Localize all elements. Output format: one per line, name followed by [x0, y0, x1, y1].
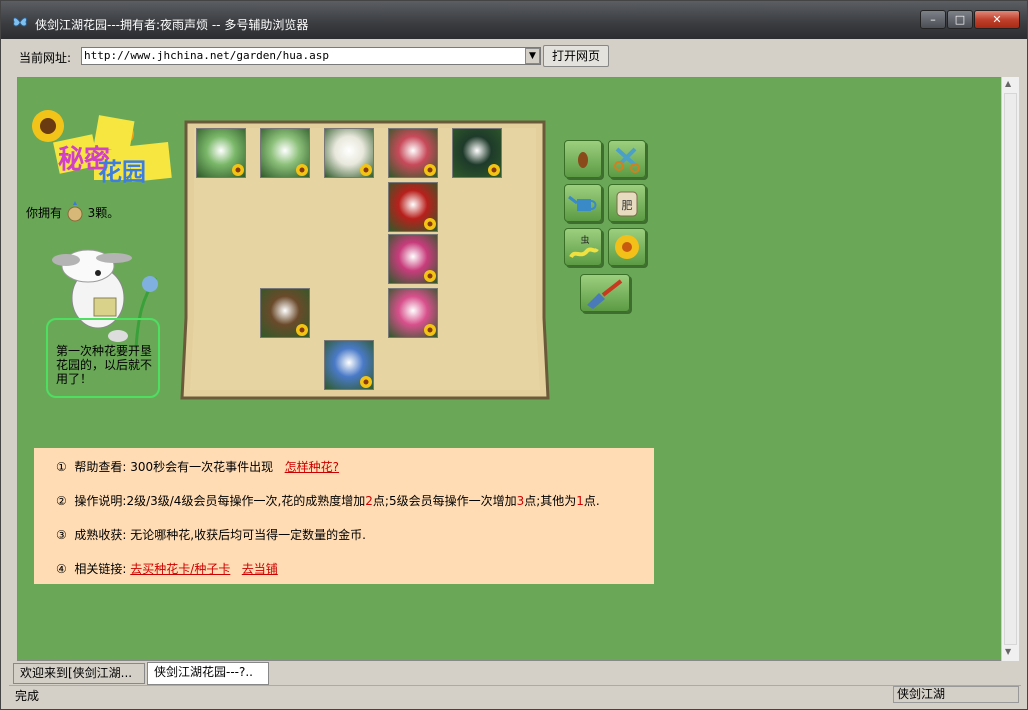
- links-line: ④ 相关链接: 去买种花卡/种子卡 去当铺: [56, 562, 278, 576]
- sunflower-icon: [296, 164, 308, 176]
- watering-can-icon: [568, 195, 597, 211]
- close-button[interactable]: ✕: [974, 10, 1020, 29]
- seed-tool-button[interactable]: [564, 140, 602, 178]
- status-text: 完成: [15, 689, 40, 703]
- title-bar: 侠剑江湖花园---拥有者:夜雨声烦 -- 多号辅助浏览器 – □ ✕: [1, 1, 1027, 39]
- sunflower-icon: [32, 110, 64, 142]
- sunflower-icon: [424, 324, 436, 336]
- watering-can-tool-button[interactable]: [564, 184, 602, 222]
- tab-welcome[interactable]: 欢迎来到[侠剑江湖...: [13, 663, 145, 684]
- flower-plot[interactable]: [388, 128, 438, 178]
- maximize-icon: □: [954, 13, 966, 26]
- sunflower-icon: [232, 164, 244, 176]
- sunflower-tool-button[interactable]: [608, 228, 646, 266]
- tool-panel: 肥 虫: [564, 140, 674, 320]
- sunflower-icon: [296, 324, 308, 336]
- scroll-down-icon[interactable]: ▼: [1005, 647, 1011, 656]
- url-input[interactable]: http://www.jhchina.net/garden/hua.asp: [81, 47, 541, 65]
- help-line: ① 帮助查看: 300秒会有一次花事件出现 怎样种花?: [56, 460, 340, 474]
- svg-text:花园: 花园: [98, 158, 146, 186]
- minimize-icon: –: [930, 13, 936, 26]
- window-title: 侠剑江湖花园---拥有者:夜雨声烦 -- 多号辅助浏览器: [35, 18, 309, 32]
- sunflower-icon: [488, 164, 500, 176]
- flower-plot[interactable]: [260, 288, 310, 338]
- sunflower-icon: [424, 218, 436, 230]
- flower-plot[interactable]: [388, 288, 438, 338]
- flower-plot[interactable]: [196, 128, 246, 178]
- scroll-thumb[interactable]: [1004, 93, 1017, 645]
- address-label: 当前网址:: [19, 51, 72, 65]
- sunflower-icon: [360, 376, 372, 388]
- scissors-icon: [614, 147, 640, 173]
- minimize-button[interactable]: –: [920, 10, 946, 29]
- tip-bubble: 第一次种花要开垦花园的，以后就不用了！: [46, 318, 160, 398]
- seed-count-prefix: 你拥有: [26, 206, 63, 220]
- how-to-plant-link[interactable]: 怎样种花?: [285, 460, 339, 474]
- pawnshop-link[interactable]: 去当铺: [242, 562, 278, 576]
- svg-text:虫: 虫: [580, 234, 589, 246]
- seed-count: 你拥有 3颗。: [26, 200, 119, 225]
- pesticide-tool-button[interactable]: 虫: [564, 228, 602, 266]
- svg-text:肥: 肥: [622, 199, 633, 212]
- buy-cards-link[interactable]: 去买种花卡/种子卡: [130, 562, 230, 576]
- tab-bar: 欢迎来到[侠剑江湖... 侠剑江湖花园---?..: [9, 662, 1021, 685]
- flower-plot[interactable]: [452, 128, 502, 178]
- butterfly-app-icon: [12, 17, 28, 27]
- trowel-icon: [587, 279, 623, 309]
- secret-garden-logo: 秘密 花园: [32, 110, 172, 186]
- flower-plot[interactable]: [260, 128, 310, 178]
- seed-bag-icon: [66, 200, 84, 225]
- scissors-tool-button[interactable]: [608, 140, 646, 178]
- trowel-tool-button[interactable]: [580, 274, 630, 312]
- sunflower-icon: [615, 235, 639, 259]
- seed-count-value: 3颗。: [87, 206, 120, 220]
- close-icon: ✕: [992, 13, 1002, 26]
- maximize-button[interactable]: □: [947, 10, 973, 29]
- page-content: 秘密 花园 你拥有 3颗。 第一次种花要开垦花园的，以后就不用了！ 肥 虫 ① …: [17, 77, 1003, 661]
- scroll-up-icon[interactable]: ▲: [1005, 79, 1011, 88]
- address-bar: 当前网址: http://www.jhchina.net/garden/hua.…: [9, 41, 1021, 71]
- tab-garden[interactable]: 侠剑江湖花园---?..: [147, 662, 269, 685]
- sunflower-icon: [424, 270, 436, 282]
- status-site: 侠剑江湖: [893, 686, 1019, 703]
- vertical-scrollbar[interactable]: ▲ ▼: [1001, 77, 1019, 661]
- flower-plot[interactable]: [324, 340, 374, 390]
- status-bar: 完成 侠剑江湖: [9, 685, 1021, 703]
- open-page-button[interactable]: 打开网页: [543, 45, 609, 67]
- sunflower-icon: [360, 164, 372, 176]
- flower-plot[interactable]: [324, 128, 374, 178]
- seed-icon: [578, 152, 588, 168]
- instructions-line: ② 操作说明:2级/3级/4级会员每操作一次,花的成熟度增加2点;5级会员每操作…: [56, 494, 600, 508]
- url-dropdown-button[interactable]: ▼: [525, 48, 540, 64]
- sunflower-icon: [424, 164, 436, 176]
- fertilizer-tool-button[interactable]: 肥: [608, 184, 646, 222]
- harvest-line: ③ 成熟收获: 无论哪种花,收获后均可当得一定数量的金币.: [56, 528, 366, 542]
- browser-window: 侠剑江湖花园---拥有者:夜雨声烦 -- 多号辅助浏览器 – □ ✕ 当前网址:…: [0, 0, 1028, 710]
- flower-plot[interactable]: [388, 182, 438, 232]
- chevron-down-icon: ▼: [529, 51, 536, 61]
- fertilizer-bag-icon: 肥: [616, 191, 638, 217]
- info-panel: ① 帮助查看: 300秒会有一次花事件出现 怎样种花? ② 操作说明:2级/3级…: [34, 448, 654, 584]
- flower-plot[interactable]: [388, 234, 438, 284]
- bug-icon: 虫: [569, 234, 599, 259]
